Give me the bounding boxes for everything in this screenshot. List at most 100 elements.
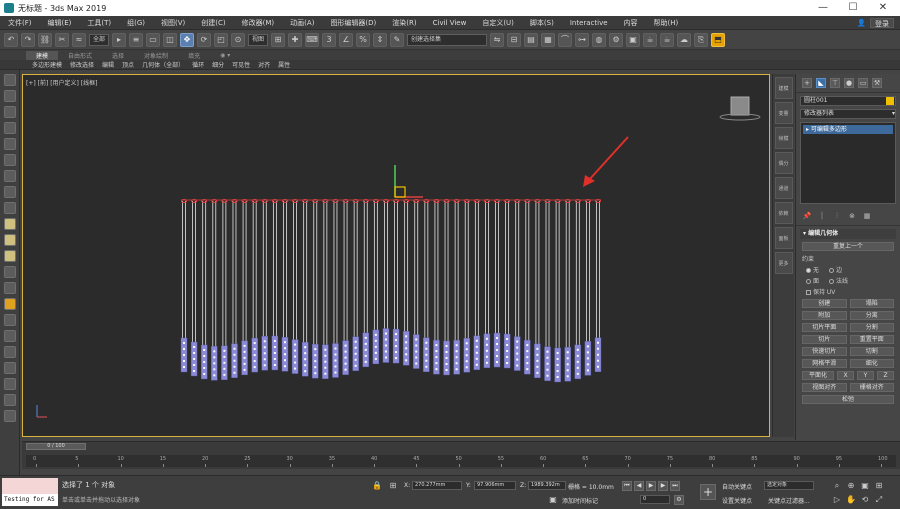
material-editor-icon[interactable]: ◍ [592,32,607,47]
preserve-uv-checkbox[interactable]: 保持 UV [806,287,890,296]
keyboard-shortcut-icon[interactable]: ⌨ [305,32,320,47]
sphere-icon[interactable] [3,90,16,102]
shape-icon[interactable] [3,250,16,262]
menu-modifiers[interactable]: 修改器(M) [234,18,283,28]
repeat-last-button[interactable]: 重复上一个 [802,242,894,251]
split-checkbox[interactable]: 分割 [849,323,894,332]
toggle-ribbon-icon[interactable]: ▦ [541,32,556,47]
ribbon-align[interactable]: 对齐 [254,60,274,69]
menu-create[interactable]: 创建(C) [193,18,233,28]
grid-align-button[interactable]: 栅格对齐 [849,383,894,392]
quickslice-button[interactable]: 快速切片 [802,347,847,356]
selected-object-dropdown[interactable]: 选定对象 [764,481,814,490]
time-slider[interactable]: 0 / 100 [26,443,86,450]
modify-tab-icon[interactable]: ◣ [816,78,826,88]
cone-icon[interactable] [3,266,16,278]
reference-coordinate-dropdown[interactable]: 视图 [248,33,269,46]
ribbon-properties[interactable]: 属性 [274,60,294,69]
sun-icon[interactable] [3,298,16,310]
menu-graph-editors[interactable]: 图形编辑器(D) [322,18,384,28]
reset-plane-button[interactable]: 重置平面 [849,335,894,344]
planarize-z-button[interactable]: Z [877,371,894,380]
modifier-list-dropdown[interactable]: 修改器列表 ▾ [800,109,896,119]
make-unique-icon[interactable]: ⫶ [832,211,842,221]
current-frame-field[interactable]: 0 [640,495,670,504]
create-tab-icon[interactable]: + [802,78,812,88]
selection-filter-dropdown[interactable]: 全部 [89,33,110,46]
strip-tab-6[interactable]: 依赖 [774,202,793,224]
set-key-button[interactable]: 设置关键点 [722,496,752,505]
ribbon-polygon-modeling[interactable]: 多边形建模 [28,60,66,69]
x-coordinate-field[interactable]: 270.277mm [412,481,462,490]
strip-tab-3[interactable]: 帧模 [774,127,793,149]
placement-icon[interactable]: ⊙ [231,32,246,47]
ribbon-geometry-all[interactable]: 几何体（全部） [138,60,188,69]
menu-customize[interactable]: 自定义(U) [474,18,522,28]
window-crossing-icon[interactable]: ◫ [163,32,178,47]
play-icon[interactable]: ▶ [646,481,656,491]
zoom-all-icon[interactable]: ⊕ [846,481,856,491]
hierarchy-icon[interactable] [3,330,16,342]
spinner-snap-icon[interactable]: ⇕ [373,32,388,47]
ribbon-options-icon[interactable]: ◉ ▾ [210,52,240,59]
ribbon-tab-selection[interactable]: 选择 [102,51,134,60]
ribbon-tab-object-paint[interactable]: 对象绘制 [134,51,178,60]
plane-icon[interactable] [3,138,16,150]
menu-tools[interactable]: 工具(T) [79,18,119,28]
pin-stack-icon[interactable]: 📌 [802,211,812,221]
remove-modifier-icon[interactable]: ⊗ [847,211,857,221]
render-online-icon[interactable]: ⎘ [694,32,709,47]
pan-icon[interactable]: ✋ [846,495,856,505]
time-config-icon[interactable]: ⚙ [674,495,684,505]
select-rotate-icon[interactable]: ⟳ [197,32,212,47]
menu-group[interactable]: 组(G) [119,18,153,28]
paint-icon[interactable] [3,346,16,358]
previous-frame-icon[interactable]: ◀ [634,481,644,491]
curve-editor-icon[interactable]: ⌒ [558,32,573,47]
y-coordinate-field[interactable]: 97.906mm [474,481,516,490]
viewport-perspective[interactable] [22,74,770,437]
ribbon-tab-populate[interactable]: 填充 [178,51,210,60]
hierarchy-tab-icon[interactable]: ⊤ [830,78,840,88]
tessellate-button[interactable]: 细化 [849,359,894,368]
rollout-edit-geometry[interactable]: ▾ 编辑几何体 [800,229,896,239]
maximize-viewport-icon[interactable]: ⤢ [874,495,884,505]
object-color-swatch[interactable] [886,97,894,105]
planarize-y-button[interactable]: Y [857,371,874,380]
globe-icon[interactable] [3,362,16,374]
field-of-view-icon[interactable]: ▷ [832,495,842,505]
auto-key-button[interactable]: 自动关键点 [722,482,752,491]
gear-icon[interactable] [3,314,16,326]
menu-rendering[interactable]: 渲染(R) [384,18,424,28]
strip-tab-2[interactable]: 变量 [774,102,793,124]
viewport-label[interactable]: [+] [前] [用户定义] [线框] [26,78,97,87]
configure-sets-icon[interactable]: ▦ [862,211,872,221]
box-icon[interactable] [3,106,16,118]
z-coordinate-field[interactable]: 1989.392m [528,481,566,490]
light-icon[interactable] [3,154,16,166]
menu-file[interactable]: 文件(F) [0,18,40,28]
menu-interactive[interactable]: Interactive [562,19,616,27]
helper-icon[interactable] [3,186,16,198]
render-iterative-icon[interactable]: ☕ [660,32,675,47]
strip-tab-4[interactable]: 偶分 [774,152,793,174]
utility-icon[interactable] [3,410,16,422]
time-tag-icon[interactable]: ▣ [548,495,558,505]
zoom-icon[interactable]: ⌕ [832,481,842,491]
display-icon[interactable] [3,394,16,406]
schematic-view-icon[interactable]: ⊶ [575,32,590,47]
select-object-icon[interactable]: ▸ [112,32,127,47]
add-time-tag[interactable]: 添加时间标记 [562,496,598,505]
ribbon-subdivision[interactable]: 细分 [208,60,228,69]
ribbon-vertices[interactable]: 顶点 [118,60,138,69]
render-setup-icon[interactable]: ⚙ [609,32,624,47]
constraint-edge-radio[interactable]: 边 [829,265,842,274]
menu-help[interactable]: 帮助(H) [646,18,687,28]
render-cloud-icon[interactable]: ☁ [677,32,692,47]
settings-icon[interactable] [3,378,16,390]
attach-button[interactable]: 附加 [802,311,847,320]
strip-tab-8[interactable]: 更多 [774,252,793,274]
maximize-button[interactable]: ☐ [838,0,868,16]
layer-explorer-icon[interactable]: ▤ [524,32,539,47]
viewport-canvas[interactable] [23,75,769,436]
